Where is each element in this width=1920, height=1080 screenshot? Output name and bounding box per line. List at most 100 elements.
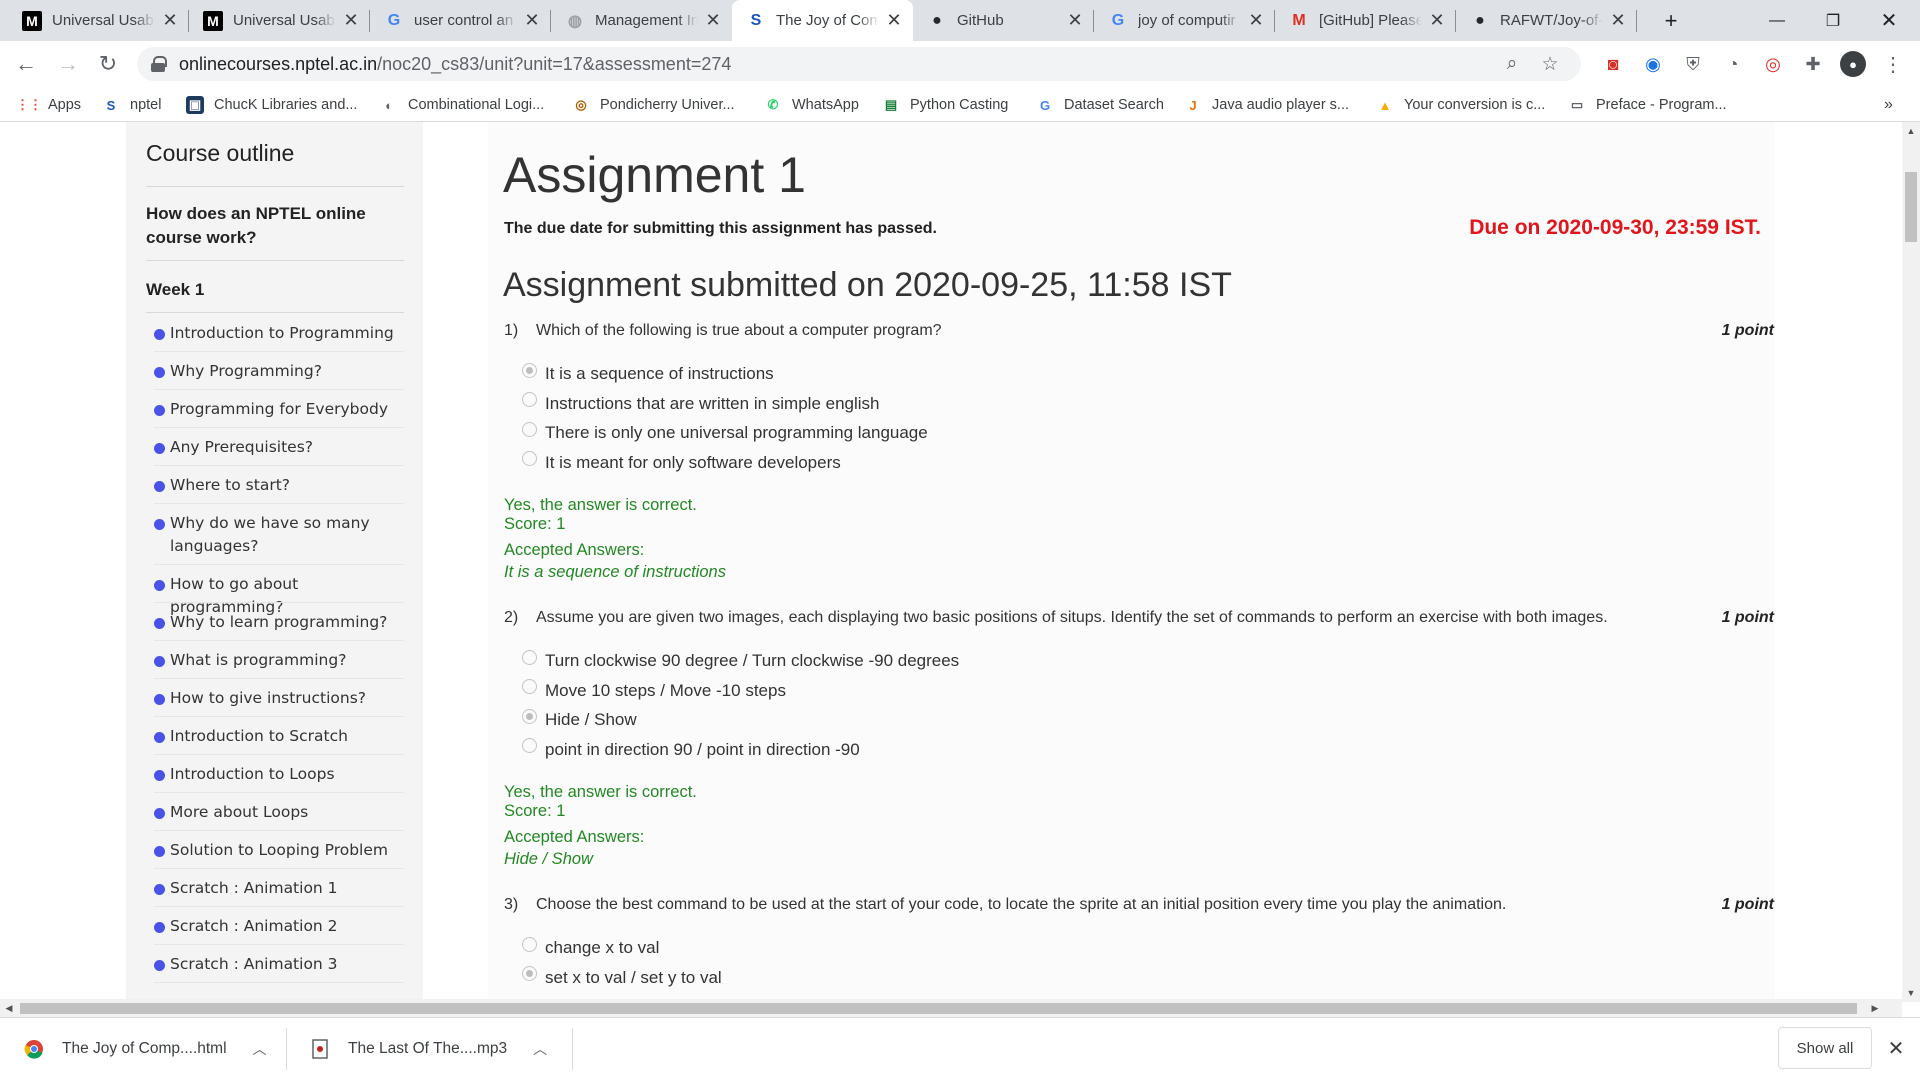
answer-option[interactable]: There is only one universal programming … bbox=[522, 421, 928, 445]
sidebar-lesson-item[interactable]: Scratch : Animation 2 bbox=[154, 915, 406, 938]
sidebar-lesson-item[interactable]: How to give instructions? bbox=[154, 687, 406, 710]
shield-extension-icon[interactable]: ⛨ bbox=[1680, 51, 1706, 77]
radio-button[interactable] bbox=[522, 392, 537, 407]
browser-tab[interactable]: M Universal Usabi ✕ bbox=[189, 0, 370, 41]
chevron-up-icon[interactable]: ︿ bbox=[533, 1039, 547, 1059]
record-extension-icon[interactable]: ◎ bbox=[1760, 51, 1786, 77]
sidebar-lesson-item[interactable]: What is programming? bbox=[154, 649, 406, 672]
answer-option[interactable]: Move 10 steps / Move -10 steps bbox=[522, 679, 786, 703]
bookmark-item[interactable]: ◐ Combinational Logi... bbox=[380, 93, 544, 117]
sidebar-lesson-item[interactable]: Any Prerequisites? bbox=[154, 436, 406, 459]
answer-option[interactable]: Turn clockwise 90 degree / Turn clockwis… bbox=[522, 649, 959, 673]
sidebar-lesson-item[interactable]: Introduction to Programming bbox=[154, 322, 406, 345]
sidebar-lesson-item[interactable]: Scratch : Animation 3 bbox=[154, 953, 406, 976]
tab-close-icon[interactable]: ✕ bbox=[1609, 10, 1627, 31]
tab-close-icon[interactable]: ✕ bbox=[704, 10, 722, 31]
sidebar-lesson-item[interactable]: Programming for Everybody bbox=[154, 398, 406, 421]
sidebar-lesson-item[interactable]: Introduction to Scratch bbox=[154, 725, 406, 748]
extension-owl-icon[interactable]: ◉ bbox=[1640, 51, 1666, 77]
scroll-down-arrow-icon[interactable]: ▼ bbox=[1902, 984, 1920, 1002]
sidebar-lesson-item[interactable]: More about Loops bbox=[154, 801, 406, 824]
answer-option[interactable]: Instructions that are written in simple … bbox=[522, 392, 880, 416]
radio-button[interactable] bbox=[522, 362, 537, 378]
sidebar-lesson-item[interactable]: Why do we have so many languages? bbox=[154, 512, 406, 558]
bookmark-item[interactable]: ▤ Python Casting bbox=[882, 93, 1009, 117]
radio-button[interactable] bbox=[522, 966, 537, 981]
extensions-puzzle-icon[interactable]: ✚ bbox=[1800, 51, 1826, 77]
tab-close-icon[interactable]: ✕ bbox=[523, 10, 541, 31]
horizontal-scroll-thumb[interactable] bbox=[20, 1003, 1857, 1014]
zoom-icon[interactable]: ⌕ bbox=[1495, 47, 1529, 81]
chevron-up-icon[interactable]: ︿ bbox=[253, 1039, 267, 1059]
browser-tab[interactable]: ◍ Management In ✕ bbox=[551, 0, 732, 41]
maximize-button[interactable]: ❐ bbox=[1810, 0, 1856, 41]
tab-close-icon[interactable]: ✕ bbox=[885, 10, 903, 31]
answer-option[interactable]: point in direction 90 / point in directi… bbox=[522, 738, 860, 762]
sidebar-lesson-item[interactable]: Introduction to Loops bbox=[154, 763, 406, 786]
sidebar-lesson-item[interactable]: Solution to Looping Problem bbox=[154, 839, 406, 862]
bookmark-item[interactable]: ◎ Pondicherry Univer... bbox=[572, 93, 734, 117]
back-button[interactable]: ← bbox=[8, 46, 44, 82]
bookmark-item[interactable]: ▭ Preface - Program... bbox=[1568, 93, 1727, 117]
tab-close-icon[interactable]: ✕ bbox=[161, 10, 179, 31]
glasses-extension-icon[interactable]: ◔ bbox=[1720, 51, 1746, 77]
radio-button[interactable] bbox=[522, 679, 537, 694]
bookmark-item[interactable]: Snptel bbox=[102, 93, 162, 117]
window-close-button[interactable]: ✕ bbox=[1866, 0, 1912, 41]
bookmark-item[interactable]: ✆ WhatsApp bbox=[764, 93, 859, 117]
browser-tab[interactable]: S The Joy of Com ✕ bbox=[732, 0, 913, 41]
sidebar-lesson-item[interactable]: Where to start? bbox=[154, 474, 406, 497]
tab-close-icon[interactable]: ✕ bbox=[1066, 10, 1084, 31]
vertical-scrollbar[interactable]: ▲ ▼ bbox=[1902, 122, 1920, 1002]
scroll-right-arrow-icon[interactable]: ▶ bbox=[1866, 999, 1884, 1017]
new-tab-button[interactable]: + bbox=[1648, 0, 1694, 41]
bookmark-star-icon[interactable]: ☆ bbox=[1533, 47, 1567, 81]
answer-option[interactable]: It is meant for only software developers bbox=[522, 451, 841, 475]
browser-tab[interactable]: ● RAFWT/Joy-of- ✕ bbox=[1456, 0, 1637, 41]
profile-avatar[interactable]: ● bbox=[1840, 51, 1866, 77]
sidebar-item-how-it-works[interactable]: How does an NPTEL online course work? bbox=[146, 202, 386, 250]
bookmark-item[interactable]: ⋮⋮ Apps bbox=[16, 93, 81, 117]
browser-tab[interactable]: M Universal Usabi ✕ bbox=[8, 0, 189, 41]
browser-tab[interactable]: ● GitHub ✕ bbox=[913, 0, 1094, 41]
radio-button[interactable] bbox=[522, 451, 537, 466]
bookmark-item[interactable]: G Dataset Search bbox=[1036, 93, 1164, 117]
horizontal-scrollbar[interactable]: ◀ ▶ bbox=[0, 999, 1902, 1017]
bookmarks-overflow-icon[interactable]: » bbox=[1884, 93, 1893, 117]
address-bar[interactable]: onlinecourses.nptel.ac.in/noc20_cs83/uni… bbox=[137, 47, 1581, 81]
tab-close-icon[interactable]: ✕ bbox=[1428, 10, 1446, 31]
close-downloads-icon[interactable]: ✕ bbox=[1884, 1036, 1908, 1060]
show-all-button[interactable]: Show all bbox=[1778, 1027, 1872, 1069]
answer-option[interactable]: Hide / Show bbox=[522, 708, 637, 732]
sidebar-lesson-item[interactable]: Scratch : Animation 1 bbox=[154, 877, 406, 900]
radio-button[interactable] bbox=[522, 708, 537, 724]
browser-tab[interactable]: Gjoy of computir ✕ bbox=[1094, 0, 1275, 41]
radio-button[interactable] bbox=[522, 649, 537, 665]
answer-option[interactable]: change x to val bbox=[522, 936, 659, 960]
bookmark-item[interactable]: ▲ Your conversion is c... bbox=[1376, 93, 1546, 117]
chrome-menu-icon[interactable]: ⋮ bbox=[1880, 51, 1906, 77]
radio-button[interactable] bbox=[522, 421, 537, 437]
download-item[interactable]: The Last Of The....mp3 ︿ bbox=[310, 1018, 547, 1080]
bookmark-item[interactable]: J Java audio player s... bbox=[1184, 93, 1349, 117]
answer-option[interactable]: It is a sequence of instructions bbox=[522, 362, 774, 386]
reload-button[interactable]: ↻ bbox=[90, 46, 126, 82]
radio-button[interactable] bbox=[522, 738, 537, 753]
tab-close-icon[interactable]: ✕ bbox=[1247, 10, 1265, 31]
bookmark-item[interactable]: ▣ ChucK Libraries and... bbox=[186, 93, 357, 117]
scroll-left-arrow-icon[interactable]: ◀ bbox=[0, 999, 18, 1017]
pocket-extension-icon[interactable]: ◙ bbox=[1600, 51, 1626, 77]
sidebar-lesson-item[interactable]: Why to learn programming? bbox=[154, 611, 406, 634]
forward-button[interactable]: → bbox=[50, 46, 86, 82]
sidebar-week-heading[interactable]: Week 1 bbox=[146, 280, 204, 300]
answer-option[interactable]: set x to val / set y to val bbox=[522, 966, 722, 990]
radio-button[interactable] bbox=[522, 936, 537, 952]
sidebar-lesson-item[interactable]: Why Programming? bbox=[154, 360, 406, 383]
tab-close-icon[interactable]: ✕ bbox=[342, 10, 360, 31]
scroll-up-arrow-icon[interactable]: ▲ bbox=[1902, 122, 1920, 140]
minimize-button[interactable]: — bbox=[1754, 0, 1800, 41]
vertical-scroll-thumb[interactable] bbox=[1905, 172, 1917, 242]
browser-tab[interactable]: Guser control an ✕ bbox=[370, 0, 551, 41]
download-item[interactable]: The Joy of Comp....html ︿ bbox=[24, 1018, 267, 1080]
browser-tab[interactable]: M [GitHub] Please ✕ bbox=[1275, 0, 1456, 41]
